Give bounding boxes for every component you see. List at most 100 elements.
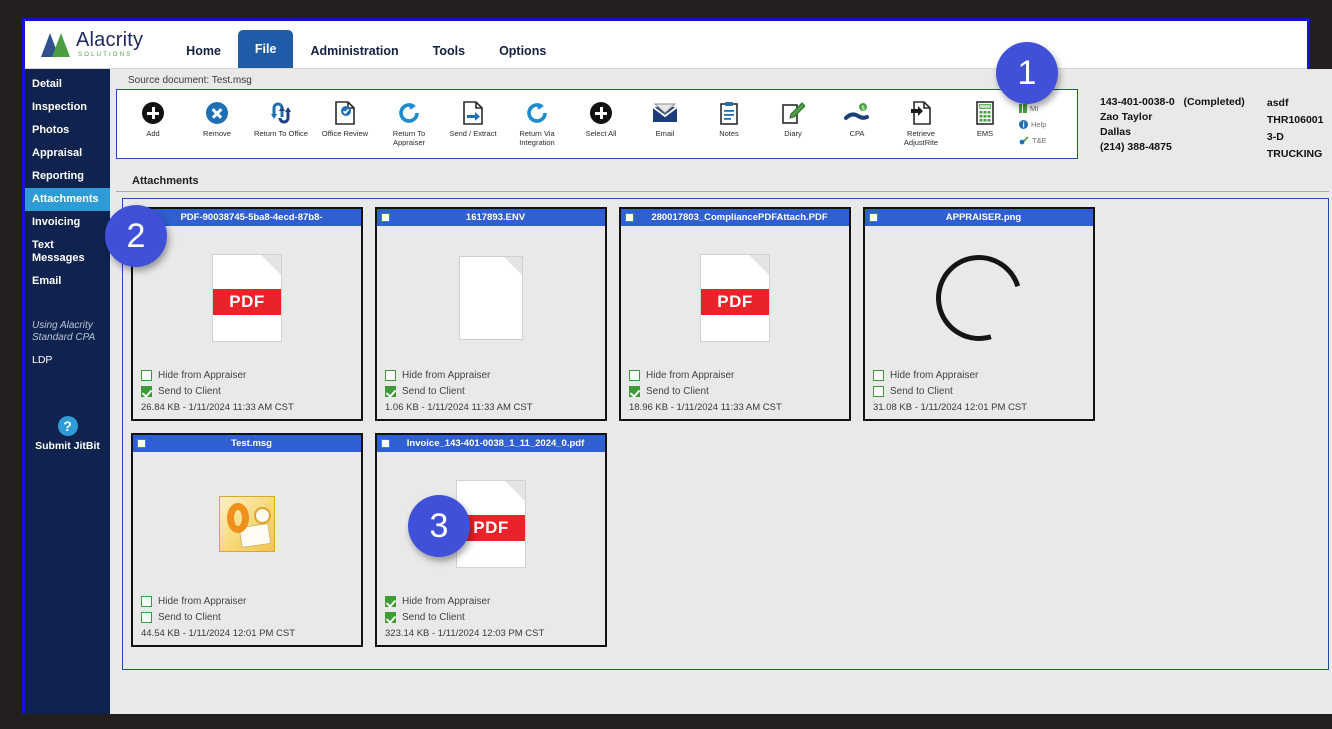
alacrity-logo: Alacrity SOLUTIONS xyxy=(41,24,143,68)
attachment-card[interactable]: APPRAISER.png Hide from Appraiser Send t… xyxy=(863,207,1095,421)
attachment-file-name: APPRAISER.png xyxy=(945,212,1022,223)
hide-from-appraiser-checkbox[interactable] xyxy=(629,370,640,381)
nav-item-tools[interactable]: Tools xyxy=(416,34,482,68)
sidebar-item-invoicing[interactable]: Invoicing xyxy=(25,211,110,234)
attachment-thumbnail[interactable]: PDF xyxy=(621,226,849,370)
attachment-thumbnail[interactable]: PDF xyxy=(133,226,361,370)
ribbon-button-send-extract[interactable]: Send / Extract xyxy=(441,93,505,155)
send-to-client-checkbox[interactable] xyxy=(385,386,396,397)
send-to-client-checkbox[interactable] xyxy=(385,612,396,623)
send-to-client-checkbox[interactable] xyxy=(629,386,640,397)
ribbon-button-select-all[interactable]: Select All xyxy=(569,93,633,155)
ribbon-button-return-via-integration[interactable]: Return Via Integration xyxy=(505,93,569,155)
sidebar-item-ldp[interactable]: LDP xyxy=(25,349,110,371)
attachment-size-date: 44.54 KB - 1/11/2024 12:01 PM CST xyxy=(141,628,296,639)
attachment-select-checkbox[interactable] xyxy=(625,213,634,222)
nav-item-file[interactable]: File xyxy=(237,30,294,68)
hide-from-appraiser-label: Hide from Appraiser xyxy=(402,370,491,381)
hide-from-appraiser-checkbox[interactable] xyxy=(141,596,152,607)
claim-info-panel: 143-401-0038-0 (Completed) Zao Taylor Da… xyxy=(1078,89,1332,163)
link-mi[interactable]: MI xyxy=(1019,103,1073,113)
attachment-file-name: 1617893.ENV xyxy=(465,212,526,223)
nav-item-administration[interactable]: Administration xyxy=(293,34,415,68)
hide-from-appraiser-row[interactable]: Hide from Appraiser xyxy=(141,596,353,607)
sidebar-item-inspection[interactable]: Inspection xyxy=(25,96,110,119)
attachment-thumbnail[interactable] xyxy=(133,452,361,596)
send-to-client-checkbox[interactable] xyxy=(141,612,152,623)
nav-item-home[interactable]: Home xyxy=(169,34,238,68)
ribbon-button-ems[interactable]: EMS xyxy=(953,93,1017,155)
link-help[interactable]: Help xyxy=(1019,119,1073,129)
hide-from-appraiser-checkbox[interactable] xyxy=(385,596,396,607)
attachment-card-meta: Hide from Appraiser Send to Client 26.84… xyxy=(133,370,361,419)
ribbon-button-cpa[interactable]: $ CPA xyxy=(825,93,889,155)
send-to-client-row[interactable]: Send to Client xyxy=(141,612,353,623)
attachment-thumbnail[interactable] xyxy=(865,226,1093,370)
hide-from-appraiser-row[interactable]: Hide from Appraiser xyxy=(385,596,597,607)
ribbon-button-return-to-appraiser[interactable]: Return To Appraiser xyxy=(377,93,441,155)
attachment-select-checkbox[interactable] xyxy=(869,213,878,222)
sidebar-item-email[interactable]: Email xyxy=(25,270,110,293)
hide-from-appraiser-row[interactable]: Hide from Appraiser xyxy=(141,370,353,381)
send-to-client-checkbox[interactable] xyxy=(141,386,152,397)
attachment-select-checkbox[interactable] xyxy=(137,439,146,448)
sidebar-item-text-messages[interactable]: Text Messages xyxy=(25,234,110,270)
ribbon-button-email[interactable]: Email xyxy=(633,93,697,155)
attachment-card[interactable]: Test.msg Hide from Appraiser Send to Cli… xyxy=(131,433,363,647)
hide-from-appraiser-checkbox[interactable] xyxy=(385,370,396,381)
claim-ref-3: 3-D TRUCKING xyxy=(1266,131,1323,160)
send-to-client-row[interactable]: Send to Client xyxy=(629,386,841,397)
step-badge-1: 1 xyxy=(996,42,1058,104)
hide-from-appraiser-row[interactable]: Hide from Appraiser xyxy=(385,370,597,381)
link-te-label: T&E xyxy=(1032,135,1047,145)
send-to-client-row[interactable]: Send to Client xyxy=(873,386,1085,397)
sidebar-item-appraisal[interactable]: Appraisal xyxy=(25,142,110,165)
claim-contact-name: Zao Taylor xyxy=(1100,111,1153,123)
send-to-client-row[interactable]: Send to Client xyxy=(385,386,597,397)
ribbon-button-return-to-office[interactable]: Return To Office xyxy=(249,93,313,155)
ribbon-label-diary: Diary xyxy=(784,129,802,138)
hide-from-appraiser-row[interactable]: Hide from Appraiser xyxy=(629,370,841,381)
image-preview-ring-icon xyxy=(920,239,1038,357)
ribbon-button-notes[interactable]: Notes xyxy=(697,93,761,155)
send-to-client-label: Send to Client xyxy=(402,612,465,623)
sidebar-item-detail[interactable]: Detail xyxy=(25,73,110,96)
pencil-note-icon xyxy=(781,100,805,126)
attachment-thumbnail[interactable] xyxy=(377,226,605,370)
hide-from-appraiser-checkbox[interactable] xyxy=(141,370,152,381)
attachment-size-date: 31.08 KB - 1/11/2024 12:01 PM CST xyxy=(873,402,1028,413)
attachment-select-checkbox[interactable] xyxy=(381,213,390,222)
attachment-card[interactable]: Invoice_143-401-0038_1_11_2024_0.pdf PDF… xyxy=(375,433,607,647)
ribbon-button-retrieve-adjustrite[interactable]: Retrieve AdjustRite xyxy=(889,93,953,155)
attachment-card-title-bar: Invoice_143-401-0038_1_11_2024_0.pdf xyxy=(377,435,605,452)
link-te[interactable]: T&E xyxy=(1019,136,1073,145)
blank-file-icon xyxy=(459,256,523,340)
body-area: Detail Inspection Photos Appraisal Repor… xyxy=(25,69,1332,714)
send-to-client-row[interactable]: Send to Client xyxy=(385,612,597,623)
send-to-client-label: Send to Client xyxy=(646,386,709,397)
attachment-card-title-bar: APPRAISER.png xyxy=(865,209,1093,226)
attachments-grid: PDF-90038745-5ba8-4ecd-87b8- PDF Hide fr… xyxy=(122,198,1329,670)
ribbon-button-office-review[interactable]: Office Review xyxy=(313,93,377,155)
submit-jitbit-button[interactable]: ? Submit JitBit xyxy=(25,416,110,452)
ribbon-button-remove[interactable]: Remove xyxy=(185,93,249,155)
sidebar-item-attachments[interactable]: Attachments xyxy=(25,188,110,211)
nav-item-options[interactable]: Options xyxy=(482,34,563,68)
hide-from-appraiser-checkbox[interactable] xyxy=(873,370,884,381)
attachment-card[interactable]: 280017803_CompliancePDFAttach.PDF PDF Hi… xyxy=(619,207,851,421)
attachment-file-name: Invoice_143-401-0038_1_11_2024_0.pdf xyxy=(406,438,585,449)
attachment-card[interactable]: 1617893.ENV Hide from Appraiser Send to … xyxy=(375,207,607,421)
ribbon-button-diary[interactable]: Diary xyxy=(761,93,825,155)
send-to-client-checkbox[interactable] xyxy=(873,386,884,397)
brand-name: Alacrity xyxy=(76,29,144,51)
hide-from-appraiser-row[interactable]: Hide from Appraiser xyxy=(873,370,1085,381)
sidebar-item-reporting[interactable]: Reporting xyxy=(25,165,110,188)
send-to-client-row[interactable]: Send to Client xyxy=(141,386,353,397)
attachment-select-checkbox[interactable] xyxy=(381,439,390,448)
sidebar-item-photos[interactable]: Photos xyxy=(25,119,110,142)
plus-circle-black-icon xyxy=(142,100,164,126)
send-to-client-label: Send to Client xyxy=(158,386,221,397)
send-to-client-label: Send to Client xyxy=(402,386,465,397)
send-to-client-label: Send to Client xyxy=(890,386,953,397)
ribbon-button-add[interactable]: Add xyxy=(121,93,185,155)
